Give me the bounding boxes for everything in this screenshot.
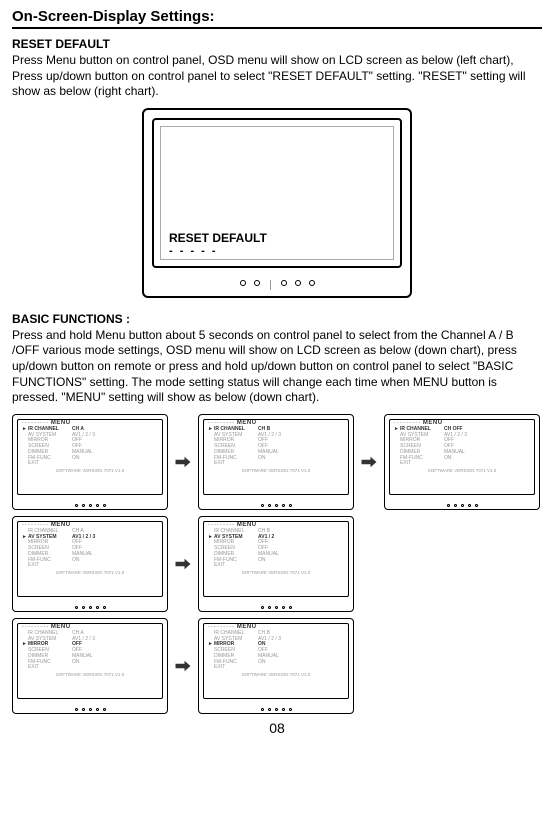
page-title: On-Screen-Display Settings: xyxy=(12,8,542,29)
menu-row-3: - - - - - - - - - MENUIR CHANNELCH AAV S… xyxy=(12,618,542,714)
reset-dashes: - - - - - xyxy=(169,245,218,257)
menu-screen: - - - - - - - - - MENUIR CHANNELCH AAV S… xyxy=(12,618,168,714)
reset-heading: RESET DEFAULT xyxy=(12,37,542,51)
basic-heading: BASIC FUNCTIONS : xyxy=(12,312,542,326)
arrow-right-icon xyxy=(174,659,192,673)
menu-screen: - - - - - - - - - MENUIR CHANNELCH A►AV … xyxy=(12,516,168,612)
menu-screen: - - - - - - - - - MENUIR CHANNELCH BAV S… xyxy=(198,618,354,714)
menu-row-2: - - - - - - - - - MENUIR CHANNELCH A►AV … xyxy=(12,516,542,612)
reset-paragraph: Press Menu button on control panel, OSD … xyxy=(12,53,542,100)
monitor-controls xyxy=(144,280,410,290)
page-number: 08 xyxy=(12,720,542,736)
arrow-right-icon xyxy=(174,455,192,469)
menu-screen: - - - - - - - - - MENU►IR CHANNELCH AAV … xyxy=(12,414,168,510)
menu-row-1: - - - - - - - - - MENU►IR CHANNELCH AAV … xyxy=(12,414,542,510)
reset-monitor-illustration: RESET DEFAULT - - - - - xyxy=(12,108,542,298)
basic-paragraph: Press and hold Menu button about 5 secon… xyxy=(12,328,542,406)
menu-screen: - - - - - - - - - MENU►IR CHANNELCH OFFA… xyxy=(384,414,540,510)
arrow-right-icon xyxy=(174,557,192,571)
menu-screen: - - - - - - - - - MENUIR CHANNELCH B►AV … xyxy=(198,516,354,612)
arrow-right-icon xyxy=(360,455,378,469)
menu-screen: - - - - - - - - - MENU►IR CHANNELCH BAV … xyxy=(198,414,354,510)
reset-default-label: RESET DEFAULT xyxy=(169,231,267,245)
